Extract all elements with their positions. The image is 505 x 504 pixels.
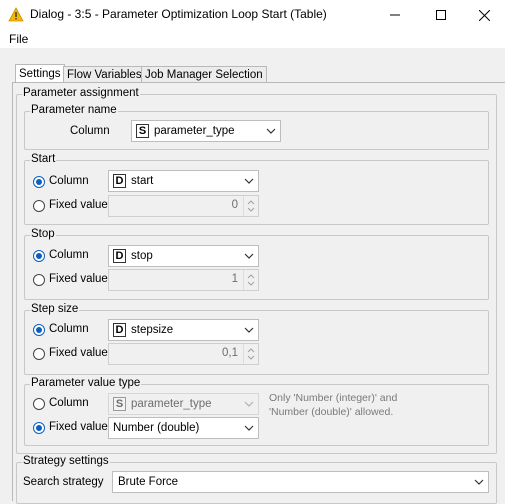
- start-column-select[interactable]: D start: [108, 170, 259, 192]
- value-type-note-line1: Only 'Number (integer)' and: [269, 392, 398, 404]
- stop-title: Stop: [30, 228, 56, 241]
- menu-file[interactable]: File: [9, 32, 28, 46]
- stop-column-label: Column: [49, 249, 89, 261]
- string-type-badge: S: [136, 124, 149, 138]
- window-title: Dialog - 3:5 - Parameter Optimization Lo…: [30, 7, 327, 21]
- stop-column-radio[interactable]: [33, 250, 45, 262]
- step-size-fixed-radio[interactable]: [33, 348, 45, 360]
- step-size-fixed-label: Fixed value: [49, 347, 108, 359]
- maximize-icon: [436, 10, 446, 20]
- parameter-name-title: Parameter name: [30, 104, 118, 117]
- value-type-column-value: parameter_type: [131, 398, 212, 410]
- chevron-down-icon: [474, 479, 484, 485]
- value-type-title: Parameter value type: [30, 377, 142, 390]
- stop-fixed-radio[interactable]: [33, 274, 45, 286]
- tab-settings[interactable]: Settings: [15, 64, 65, 83]
- tab-job-manager-selection[interactable]: Job Manager Selection: [141, 66, 267, 83]
- parameter-name-column-value: parameter_type: [154, 125, 235, 137]
- start-title: Start: [30, 153, 57, 166]
- minimize-icon: [390, 14, 400, 16]
- start-fixed-label: Fixed value: [49, 199, 108, 211]
- double-type-badge: D: [113, 174, 126, 188]
- start-fixed-value: 0: [231, 199, 238, 211]
- chevron-down-icon: [244, 253, 254, 259]
- value-type-column-label: Column: [49, 397, 89, 409]
- strategy-settings-title: Strategy settings: [22, 455, 110, 468]
- string-type-badge: S: [113, 397, 126, 411]
- tab-flow-variables[interactable]: Flow Variables: [63, 66, 146, 83]
- maximize-button[interactable]: [418, 0, 464, 30]
- value-type-note-line2: 'Number (double)' allowed.: [269, 406, 394, 418]
- title-bar: Dialog - 3:5 - Parameter Optimization Lo…: [0, 0, 505, 30]
- search-strategy-label: Search strategy: [23, 476, 104, 488]
- chevron-down-icon: [244, 401, 254, 407]
- value-type-fixed-value: Number (double): [113, 422, 200, 434]
- start-column-label: Column: [49, 175, 89, 187]
- parameter-assignment-title: Parameter assignment: [22, 87, 140, 100]
- start-fixed-spinner[interactable]: 0: [108, 195, 259, 217]
- chevron-down-icon: [244, 178, 254, 184]
- value-type-fixed-label: Fixed value: [49, 421, 108, 433]
- step-size-fixed-spinner[interactable]: 0,1: [108, 343, 259, 365]
- close-icon: [479, 9, 490, 21]
- value-type-fixed-radio[interactable]: [33, 422, 45, 434]
- chevron-down-icon: [266, 128, 276, 134]
- warning-triangle-icon: [8, 7, 24, 22]
- start-fixed-radio[interactable]: [33, 200, 45, 212]
- stop-column-select[interactable]: D stop: [108, 245, 259, 267]
- menu-bar: File: [0, 30, 505, 48]
- spinner-arrows-icon: [247, 348, 255, 360]
- stop-fixed-spinner[interactable]: 1: [108, 269, 259, 291]
- chevron-down-icon: [244, 425, 254, 431]
- double-type-badge: D: [113, 249, 126, 263]
- value-type-fixed-select[interactable]: Number (double): [108, 417, 259, 439]
- step-size-column-select[interactable]: D stepsize: [108, 319, 259, 341]
- value-type-column-radio[interactable]: [33, 398, 45, 410]
- step-size-column-label: Column: [49, 323, 89, 335]
- spinner-arrows-icon: [247, 274, 255, 286]
- start-column-radio[interactable]: [33, 176, 45, 188]
- close-button[interactable]: [464, 0, 505, 30]
- start-column-value: start: [131, 175, 154, 187]
- parameter-name-column-select[interactable]: S parameter_type: [131, 120, 281, 142]
- minimize-button[interactable]: [372, 0, 418, 30]
- step-size-column-value: stepsize: [131, 324, 174, 336]
- parameter-name-column-label: Column: [70, 125, 110, 137]
- step-size-title: Step size: [30, 303, 80, 316]
- double-type-badge: D: [113, 323, 126, 337]
- stop-column-value: stop: [131, 250, 153, 262]
- stop-fixed-value: 1: [231, 273, 238, 285]
- chevron-down-icon: [244, 327, 254, 333]
- step-size-fixed-value: 0,1: [222, 347, 238, 359]
- value-type-column-select[interactable]: S parameter_type: [108, 393, 259, 415]
- spinner-arrows-icon: [247, 200, 255, 212]
- search-strategy-select[interactable]: Brute Force: [112, 471, 489, 493]
- step-size-column-radio[interactable]: [33, 324, 45, 336]
- stop-fixed-label: Fixed value: [49, 273, 108, 285]
- search-strategy-value: Brute Force: [118, 476, 179, 488]
